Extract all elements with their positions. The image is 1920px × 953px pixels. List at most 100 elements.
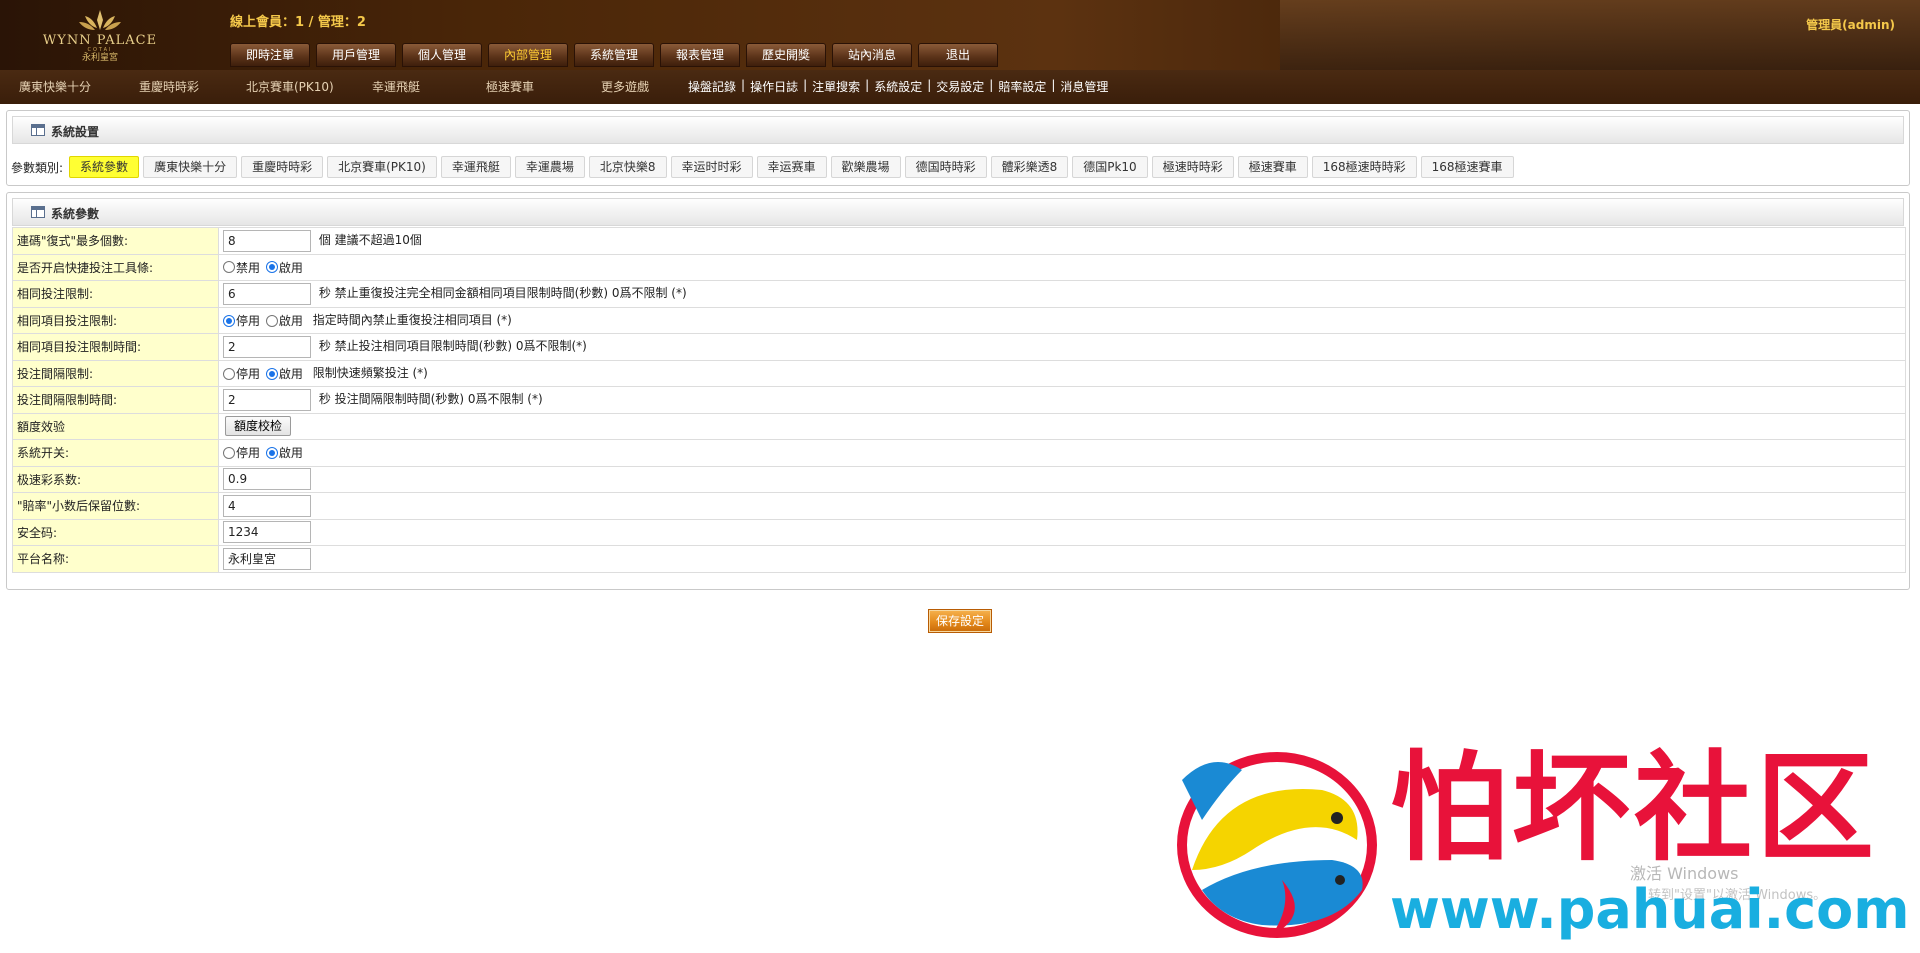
interval-disable-radio[interactable] [223,367,235,380]
lottery-tab-gd-happy10[interactable]: 廣東快樂十分 [19,78,91,95]
row-label: 是否开启快捷投注工具條: [12,253,219,281]
row-value: 個 建議不超過10個 [218,227,1906,255]
lottery-tab-bj-pk10[interactable]: 北京賽車(PK10) [246,78,334,95]
row-label: 投注間隔限制: [12,359,219,387]
row-label: 投注間隔限制時間: [12,386,219,414]
quick-bet-disable-radio[interactable] [223,261,235,274]
same-bet-limit-input[interactable] [223,282,311,305]
lottery-tab-speed-racing[interactable]: 極速賽車 [486,78,534,95]
link-bet-search[interactable]: 注單搜索 [812,78,860,95]
row-hint: 限制快速頻繁投注 (*) [312,366,428,381]
category-168-speed-racing[interactable]: 168極速賽車 [1420,156,1514,178]
system-settings-panel: 系統設置 參數類別: 系統參數 廣東快樂十分 重慶時時彩 北京賽車(PK10) … [6,110,1910,186]
lottery-tab-lucky-airship[interactable]: 幸運飛艇 [372,78,420,95]
link-odds-settings[interactable]: 賠率設定 [998,78,1046,95]
online-stat: 線上會員：1 / 管理：2 [230,15,366,30]
separator: | [741,78,746,92]
settings-table: 連碼"復式"最多個數: 個 建議不超過10個 是否开启快捷投注工具條: 禁用 啟… [12,227,1906,573]
category-row: 參數類別: 系統參數 廣東快樂十分 重慶時時彩 北京賽車(PK10) 幸運飛艇 … [11,155,1518,179]
security-code-input[interactable] [223,521,311,544]
table-row: 相同投注限制: 秒 禁止重復投注完全相同金額相同項目限制時間(秒數) 0爲不限制… [12,280,1906,308]
category-sports-lotto8[interactable]: 體彩樂透8 [990,156,1069,178]
row-value [218,492,1906,520]
nav-history-draws[interactable]: 歷史開獎 [746,43,826,67]
same-item-enable-radio[interactable] [265,314,278,327]
category-happy-farm[interactable]: 歡樂農場 [830,156,901,178]
nav-report-mgmt[interactable]: 報表管理 [660,43,740,67]
category-label: 參數類別: [11,160,64,175]
platform-name-input[interactable] [223,547,311,570]
nav-live-bets[interactable]: 即時注單 [230,43,310,67]
category-de-ssc[interactable]: 德国時時彩 [904,156,987,178]
link-operation-log[interactable]: 操作日誌 [750,78,798,95]
row-value: 秒 投注間隔限制時間(秒數) 0爲不限制 (*) [218,386,1906,414]
category-bj-pk10[interactable]: 北京賽車(PK10) [327,156,437,178]
nav-site-messages[interactable]: 站內消息 [832,43,912,67]
category-lucky-racing[interactable]: 幸运赛車 [756,156,827,178]
category-lucky-farm[interactable]: 幸運農場 [514,156,585,178]
radio-label: 停用 [236,314,261,329]
category-system-params[interactable]: 系統參數 [69,156,140,178]
row-label: "賠率"小数后保留位數: [12,492,219,520]
category-lucky-ssc[interactable]: 幸运时时彩 [670,156,753,178]
lottery-tab-cq-ssc[interactable]: 重慶時時彩 [139,78,199,95]
nav-logout[interactable]: 退出 [918,43,998,67]
admin-label[interactable]: 管理員(admin) [1806,16,1895,33]
lottery-tab-more-games[interactable]: 更多遊戲 [601,78,649,95]
same-item-time-input[interactable] [223,335,311,358]
row-value [218,465,1906,493]
panel-header: 系統參數 [12,198,1904,226]
category-cq-ssc[interactable]: 重慶時時彩 [241,156,324,178]
table-row: 相同項目投注限制時間: 秒 禁止投注相同項目限制時間(秒數) 0爲不限制(*) [12,333,1906,361]
link-message-mgmt[interactable]: 消息管理 [1060,78,1108,95]
nav-internal-mgmt[interactable]: 內部管理 [488,43,568,67]
max-multi-input[interactable] [223,229,311,252]
separator: | [1051,78,1056,92]
row-value: 停用 啟用 限制快速頻繁投注 (*) [218,359,1906,387]
row-label: 相同投注限制: [12,280,219,308]
category-bj-happy8[interactable]: 北京快樂8 [588,156,667,178]
interval-enable-radio[interactable] [265,367,278,380]
table-row: 投注間隔限制時間: 秒 投注間隔限制時間(秒數) 0爲不限制 (*) [12,386,1906,414]
table-row: 投注間隔限制: 停用 啟用 限制快速頻繁投注 (*) [12,359,1906,387]
link-system-settings[interactable]: 系統設定 [874,78,922,95]
save-settings-button[interactable]: 保存設定 [928,609,992,633]
separator: | [865,78,870,92]
nav-user-mgmt[interactable]: 用戶管理 [316,43,396,67]
quick-bet-enable-radio[interactable] [265,261,278,274]
category-speed-ssc[interactable]: 極速時時彩 [1151,156,1234,178]
radio-label: 啟用 [278,446,303,461]
category-168-speed-ssc[interactable]: 168極速時時彩 [1311,156,1417,178]
row-hint: 秒 禁止重復投注完全相同金額相同項目限制時間(秒數) 0爲不限制 (*) [318,286,687,301]
table-row: 連碼"復式"最多個數: 個 建議不超過10個 [12,227,1906,255]
same-item-disable-radio[interactable] [223,314,235,327]
row-value [218,545,1906,573]
system-enable-radio[interactable] [265,446,278,459]
system-disable-radio[interactable] [223,446,235,459]
link-trade-settings[interactable]: 交易設定 [936,78,984,95]
row-value: 停用 啟用 指定時間內禁止重復投注相同項目 (*) [218,306,1906,334]
crest-icon [79,10,121,30]
window-icon [31,124,45,136]
watermark-url: www.pahuai.com [1390,878,1910,941]
table-row: 系統开关: 停用 啟用 [12,439,1906,467]
panel-title: 系統參數 [51,207,100,221]
category-de-pk10[interactable]: 德国Pk10 [1072,156,1148,178]
logo: WYNN PALACE COTAI 永利皇宮 [30,8,170,68]
interval-time-input[interactable] [223,388,311,411]
link-trade-records[interactable]: 操盤記錄 [688,78,736,95]
table-row: 平台名称: [12,545,1906,573]
row-value: 停用 啟用 [218,439,1906,467]
radio-label: 禁用 [236,260,261,275]
category-gd-happy10[interactable]: 廣東快樂十分 [143,156,238,178]
category-lucky-airship[interactable]: 幸運飛艇 [440,156,511,178]
quota-check-button[interactable]: 額度校检 [225,416,292,437]
nav-personal-mgmt[interactable]: 個人管理 [402,43,482,67]
odds-decimals-input[interactable] [223,494,311,517]
speed-coef-input[interactable] [223,468,311,491]
category-speed-racing[interactable]: 極速賽車 [1237,156,1308,178]
radio-label: 啟用 [278,260,303,275]
nav-system-mgmt[interactable]: 系統管理 [574,43,654,67]
table-row: 是否开启快捷投注工具條: 禁用 啟用 [12,253,1906,281]
row-label: 极速彩系数: [12,465,219,493]
